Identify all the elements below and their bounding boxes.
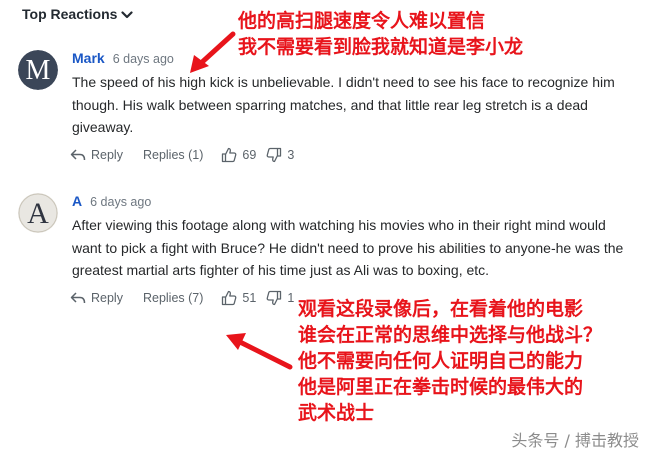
- annotation-line: 武术战士: [298, 402, 375, 424]
- annotation-bottom: 观看这段录像后，在看着他的电影 谁会在正常的思维中选择与他战斗？ 他不需要向任何…: [298, 296, 602, 426]
- annotation-arrow-bottom: [226, 333, 293, 370]
- watermark: 头条号 / 搏击教授: [511, 427, 639, 451]
- annotation-line: 他的高扫腿速度令人难以置信: [238, 10, 486, 32]
- annotation-line: 他不需要向任何人证明自己的能力: [298, 350, 584, 372]
- annotation-top: 他的高扫腿速度令人难以置信 我不需要看到脸我就知道是李小龙: [238, 8, 523, 60]
- annotation-line: 谁会在正常的思维中选择与他战斗？: [298, 324, 603, 346]
- watermark-text: 头条号 / 搏击教授: [511, 431, 639, 450]
- annotation-line: 观看这段录像后，在看着他的电影: [298, 298, 584, 320]
- annotation-arrow-top: [190, 31, 236, 73]
- annotation-line: 我不需要看到脸我就知道是李小龙: [238, 36, 524, 58]
- annotation-line: 他是阿里正在拳击时候的最伟大的: [298, 376, 584, 398]
